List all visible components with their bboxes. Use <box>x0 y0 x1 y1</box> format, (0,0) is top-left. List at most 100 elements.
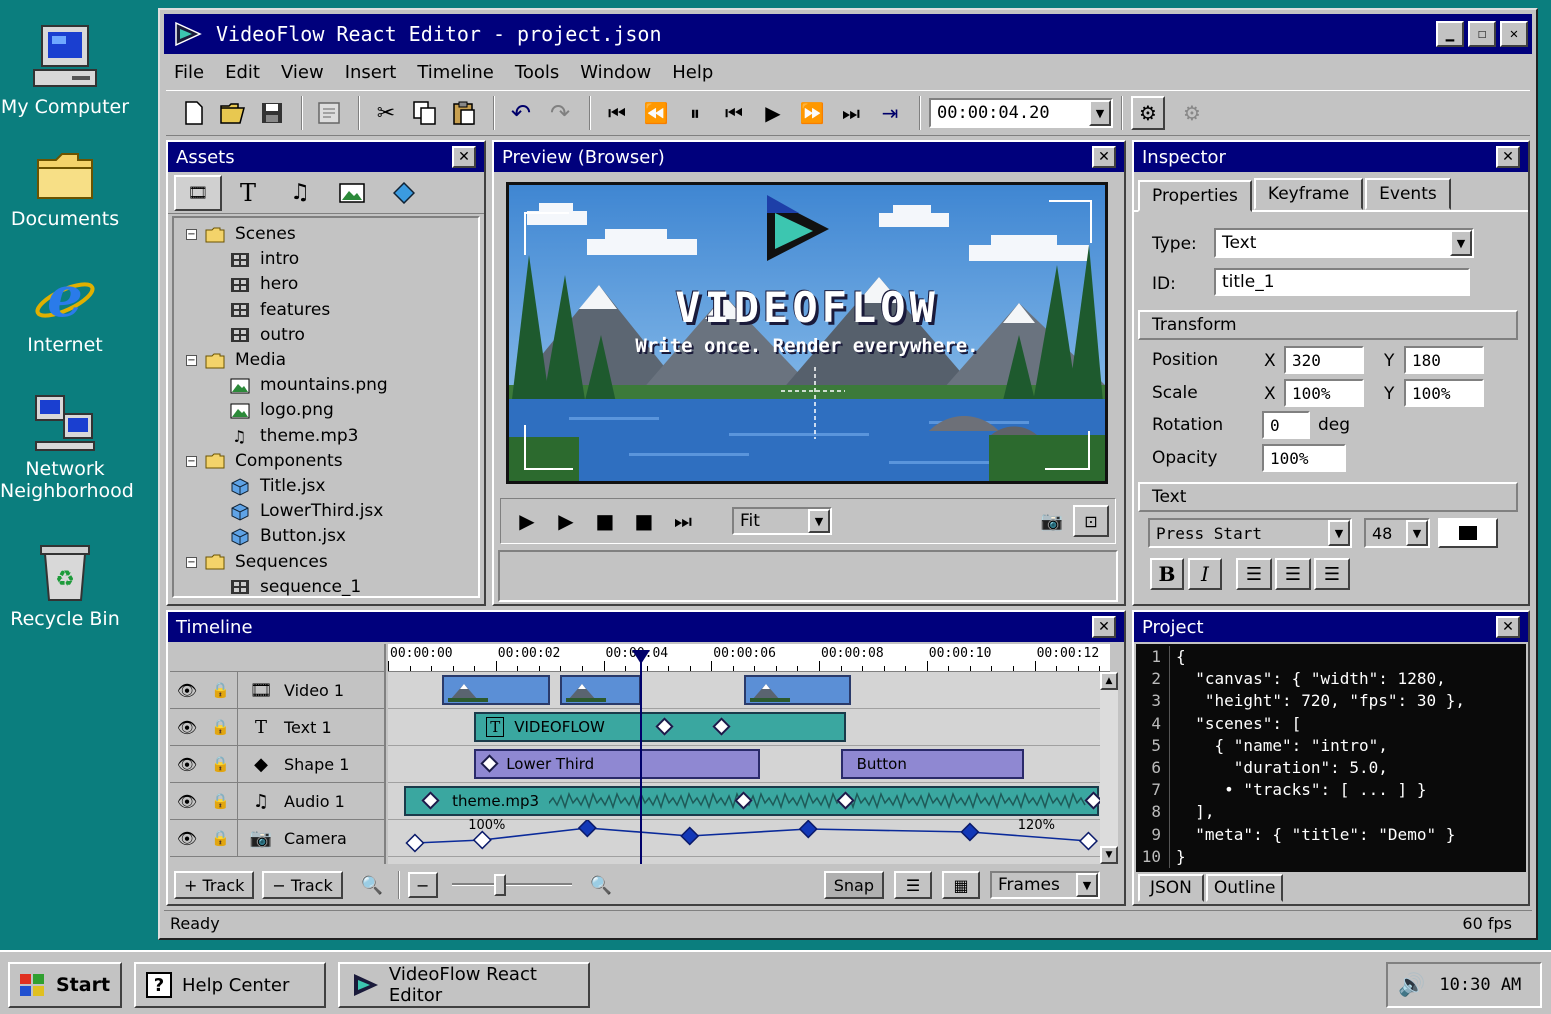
tree-item[interactable]: Title.jsx <box>186 474 478 499</box>
eye-icon[interactable]: 👁 <box>170 755 204 774</box>
timeline-close-button[interactable]: ✕ <box>1092 616 1116 638</box>
units-dropdown-button[interactable]: ▼ <box>1076 873 1098 897</box>
filter-audio-button[interactable]: ♫ <box>274 174 326 211</box>
previous-frame-button[interactable]: ⏮ <box>716 95 752 131</box>
position-x-input[interactable]: 320 <box>1284 346 1364 374</box>
font-dropdown-button[interactable]: ▼ <box>1328 520 1350 546</box>
close-button[interactable]: ✕ <box>1500 21 1528 47</box>
tree-item[interactable]: logo.png <box>186 398 478 423</box>
tree-item[interactable]: features <box>186 298 478 323</box>
timeline-clip[interactable]: Button <box>840 749 1024 779</box>
menu-window[interactable]: Window <box>580 62 651 83</box>
collapse-icon[interactable]: − <box>186 456 197 467</box>
id-input[interactable]: title_1 <box>1214 268 1470 296</box>
tree-item[interactable]: ♫ theme.mp3 <box>186 424 478 449</box>
timeline-clip[interactable] <box>743 675 852 705</box>
scale-y-input[interactable]: 100% <box>1404 379 1484 407</box>
menu-file[interactable]: File <box>174 62 204 83</box>
track-header[interactable]: 👁 🔒 T Text 1 <box>170 709 384 746</box>
minimize-button[interactable]: ▁ <box>1436 21 1464 47</box>
snap-toggle[interactable]: Snap <box>823 871 884 899</box>
zoom-in-button[interactable]: 🔍 <box>357 870 387 900</box>
track-header[interactable]: 👁 🔒 🎞 Video 1 <box>170 672 384 709</box>
go-to-start-button[interactable]: ⏮ <box>599 95 635 131</box>
tree-item[interactable]: mountains.png <box>186 373 478 398</box>
tab-properties[interactable]: Properties <box>1138 180 1252 212</box>
time-ruler[interactable]: 00:00:00 00:00:02 00:00:04 00:00:06 00:00:08… <box>388 644 1110 672</box>
zoom-dropdown-button[interactable]: ▼ <box>808 509 830 533</box>
copy-button[interactable] <box>407 95 443 131</box>
menu-help[interactable]: Help <box>672 62 713 83</box>
start-button[interactable]: Start <box>8 962 122 1008</box>
tree-folder[interactable]: − Media <box>186 348 478 373</box>
scale-x-input[interactable]: 100% <box>1284 379 1364 407</box>
tree-item[interactable]: outro <box>186 323 478 348</box>
tree-folder[interactable]: − Sequences <box>186 550 478 575</box>
preview-play-button[interactable]: ▶ <box>509 503 545 539</box>
lock-icon[interactable]: 🔒 <box>204 709 238 745</box>
menu-timeline[interactable]: Timeline <box>417 62 494 83</box>
cut-button[interactable]: ✂ <box>368 95 404 131</box>
lock-icon[interactable]: 🔒 <box>204 820 238 856</box>
type-dropdown-button[interactable]: ▼ <box>1450 230 1472 256</box>
capture-frame-button[interactable]: ⊡ <box>1073 505 1109 537</box>
camera-keyframe[interactable] <box>405 833 425 853</box>
snapshot-button[interactable]: 📷 <box>1034 503 1070 539</box>
collapse-icon[interactable]: − <box>186 229 197 241</box>
tab-json[interactable]: JSON <box>1138 874 1204 902</box>
play-button[interactable]: ▶ <box>755 95 791 131</box>
tab-keyframe[interactable]: Keyframe <box>1253 178 1364 210</box>
font-dropdown[interactable]: Press Start ▼ <box>1148 518 1352 548</box>
bold-button[interactable]: B <box>1150 558 1184 590</box>
preview-stop-button[interactable]: ■ <box>587 503 623 539</box>
properties-button[interactable] <box>311 95 347 131</box>
units-dropdown[interactable]: Frames ▼ <box>990 871 1100 899</box>
tree-item[interactable]: intro <box>186 247 478 272</box>
menu-edit[interactable]: Edit <box>225 62 260 83</box>
filter-text-button[interactable]: T <box>222 174 274 211</box>
track-header[interactable]: 👁 🔒 📷 Camera <box>170 820 384 857</box>
speaker-icon[interactable]: 🔊 <box>1398 973 1425 998</box>
inspector-close-button[interactable]: ✕ <box>1496 146 1520 168</box>
eye-icon[interactable]: 👁 <box>170 718 204 737</box>
font-size-dropdown-button[interactable]: ▼ <box>1406 520 1428 546</box>
eye-icon[interactable]: 👁 <box>170 792 204 811</box>
maximize-button[interactable]: ☐ <box>1468 21 1496 47</box>
eye-icon[interactable]: 👁 <box>170 681 204 700</box>
rewind-button[interactable]: ⏪ <box>638 95 674 131</box>
collapse-icon[interactable]: − <box>186 557 197 568</box>
align-center-button[interactable]: ☰ <box>1275 558 1311 590</box>
list-view-button[interactable]: ☰ <box>894 871 932 899</box>
lock-icon[interactable]: 🔒 <box>204 746 238 782</box>
desktop-icon-my-computer[interactable]: My Computer <box>0 24 130 118</box>
desktop-icon-network-neighborhood[interactable]: Network Neighborhood <box>0 392 134 502</box>
tree-item[interactable]: hero <box>186 272 478 297</box>
italic-button[interactable]: I <box>1188 558 1222 590</box>
timeline-clip[interactable] <box>441 675 550 705</box>
eye-icon[interactable]: 👁 <box>170 829 204 848</box>
tree-folder[interactable]: − Components <box>186 449 478 474</box>
tab-outline[interactable]: Outline <box>1205 874 1284 902</box>
preview-stop-all-button[interactable]: ■ <box>626 503 662 539</box>
project-close-button[interactable]: ✕ <box>1496 616 1520 638</box>
tab-events[interactable]: Events <box>1365 178 1451 210</box>
window-titlebar[interactable]: VideoFlow React Editor - project.json ▁ … <box>164 14 1532 54</box>
preview-end-button[interactable]: ⏭ <box>665 503 701 539</box>
text-color-button[interactable] <box>1438 518 1498 548</box>
tree-item[interactable]: Button.jsx <box>186 524 478 549</box>
desktop-icon-recycle-bin[interactable]: ♻ Recycle Bin <box>0 542 130 630</box>
timecode-dropdown[interactable]: 00:00:04.20 ▼ <box>929 98 1113 128</box>
fast-forward-button[interactable]: ⏩ <box>794 95 830 131</box>
playhead-handle[interactable] <box>632 650 651 664</box>
desktop-icon-documents[interactable]: Documents <box>0 150 130 230</box>
grid-view-button[interactable]: ▦ <box>942 871 980 899</box>
filter-image-button[interactable] <box>326 174 378 211</box>
add-track-button[interactable]: + Track <box>174 871 255 899</box>
zoom-out-button[interactable]: − <box>407 872 438 898</box>
filter-video-button[interactable]: 🎞 <box>174 174 222 211</box>
tree-item[interactable]: LowerThird.jsx <box>186 499 478 524</box>
undo-button[interactable]: ↶ <box>503 95 539 131</box>
timeline-clip[interactable] <box>560 675 642 705</box>
align-left-button[interactable]: ☰ <box>1236 558 1272 590</box>
rotation-input[interactable]: 0 <box>1262 411 1310 439</box>
